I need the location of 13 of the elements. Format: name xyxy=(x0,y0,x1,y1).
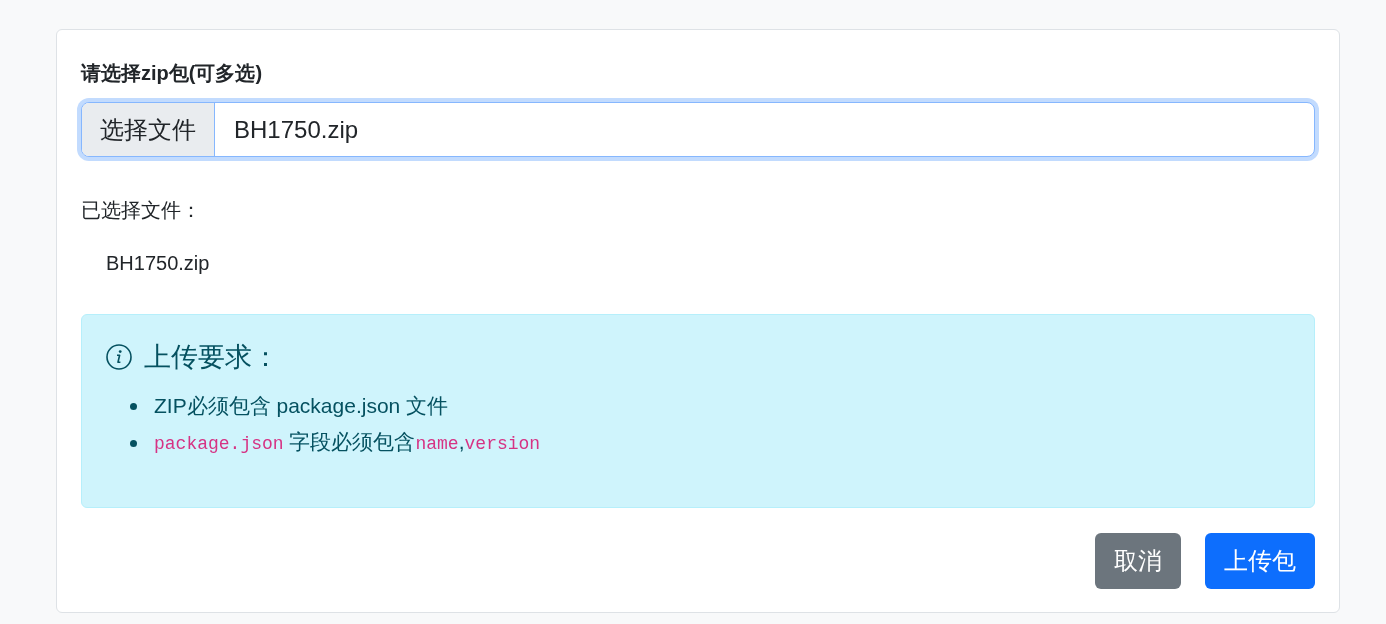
selected-files-label: 已选择文件： xyxy=(81,198,202,223)
upload-button[interactable]: 上传包 xyxy=(1205,533,1315,589)
form-label: 请选择zip包(可多选) xyxy=(81,61,264,86)
cancel-button[interactable]: 取消 xyxy=(1095,533,1181,589)
info-icon xyxy=(106,344,132,370)
file-name-value: BH1750.zip xyxy=(233,114,359,145)
choose-file-button[interactable]: 选择文件 xyxy=(82,103,215,156)
alert-title: 上传要求： xyxy=(144,341,279,373)
bullet-icon xyxy=(130,439,137,447)
requirement-text: ZIP必须包含 package.json 文件 xyxy=(154,393,449,419)
bullet-icon xyxy=(130,402,137,410)
selected-file-name: BH1750.zip xyxy=(106,251,210,276)
requirement-text: package.json 字段必须包含name,version xyxy=(154,429,541,456)
